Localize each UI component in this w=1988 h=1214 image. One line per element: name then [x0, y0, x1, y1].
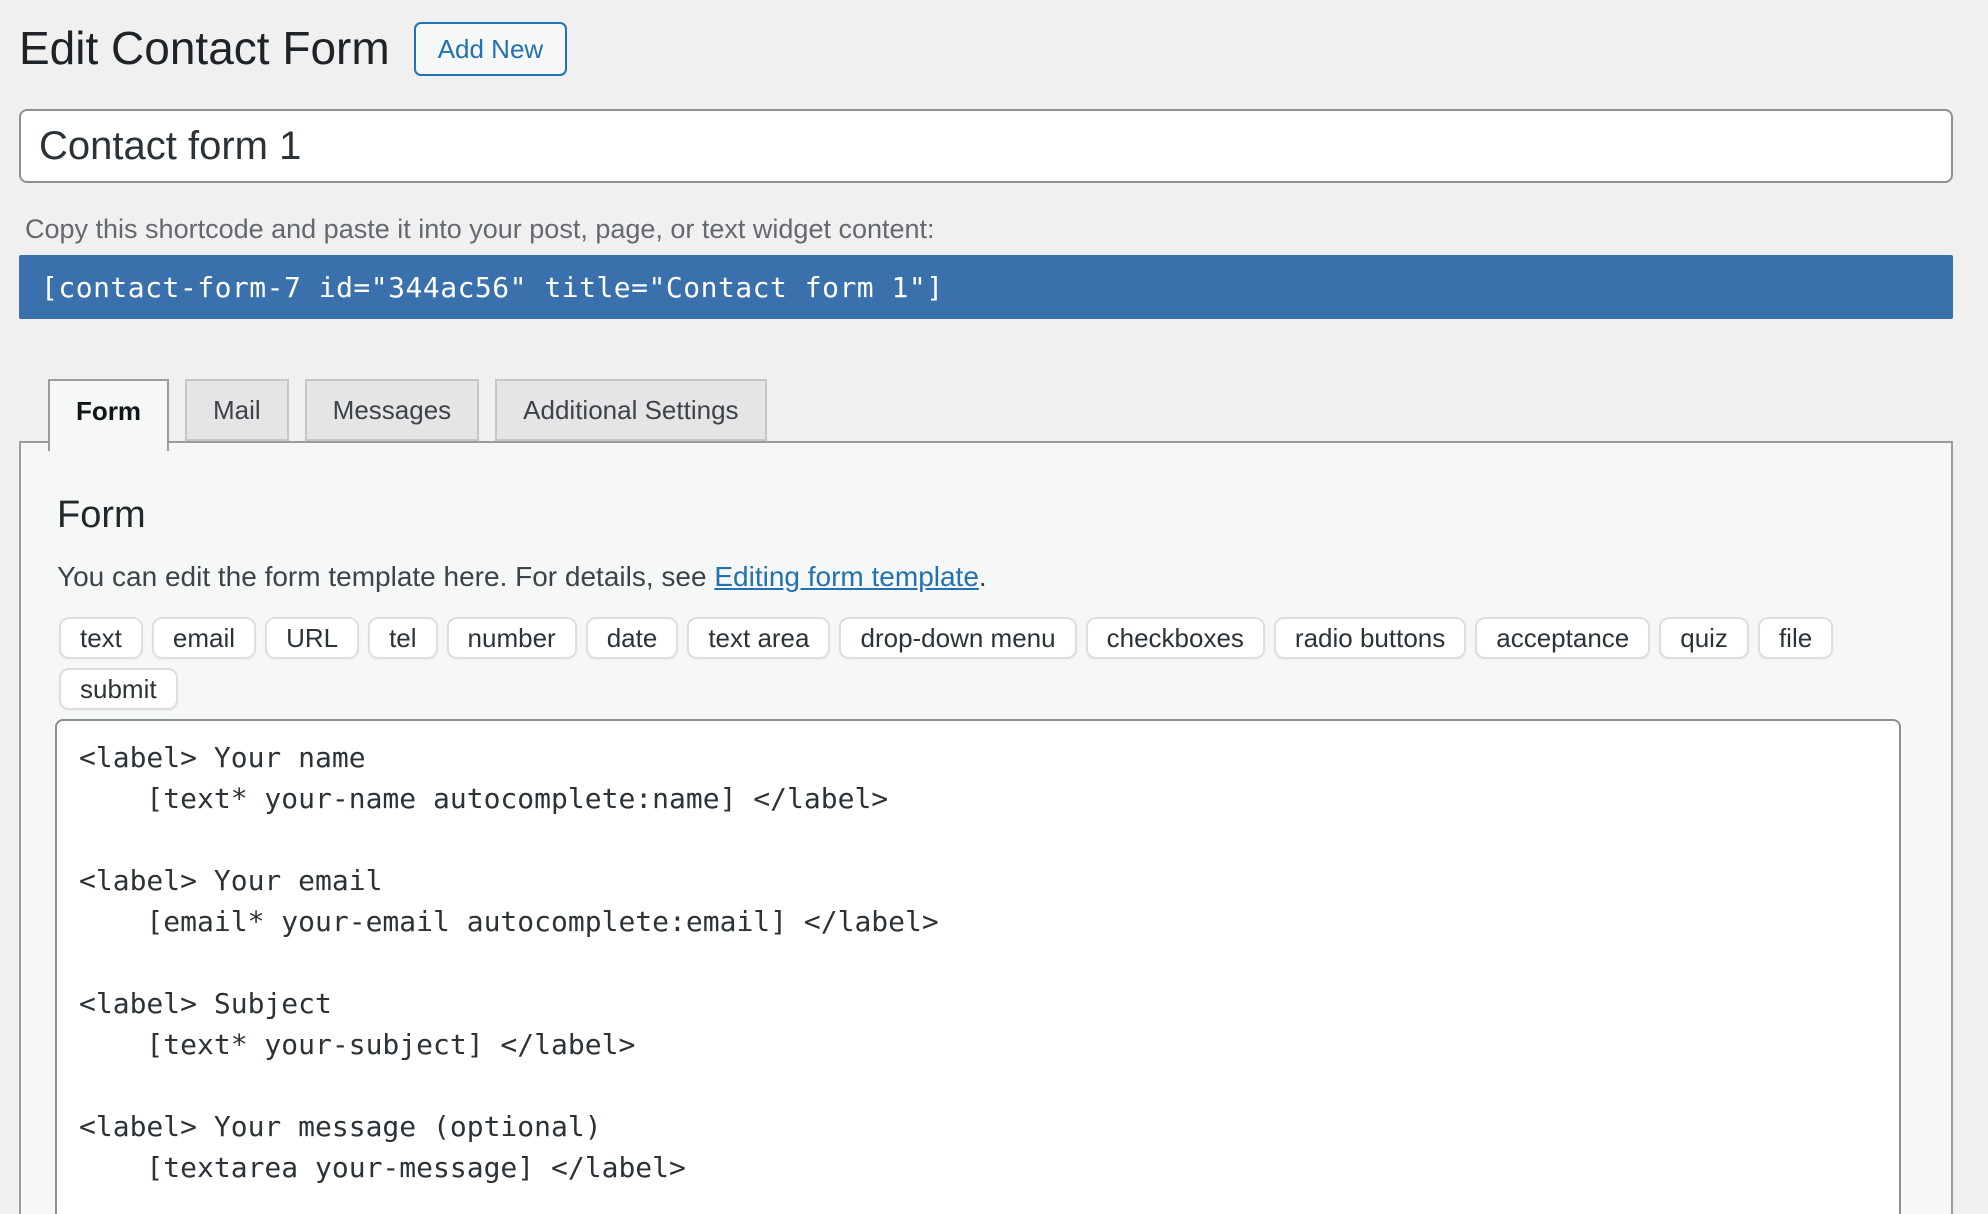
shortcode-box[interactable]: [contact-form-7 id="344ac56" title="Cont…: [19, 255, 1953, 319]
editor-tabs: Form Mail Messages Additional Settings: [48, 379, 1953, 441]
form-template-editor[interactable]: [55, 719, 1901, 1214]
edit-contact-form-page: Edit Contact Form Add New Copy this shor…: [0, 0, 1988, 1214]
tag-button-radio-buttons[interactable]: radio buttons: [1274, 617, 1466, 659]
description-text-before: You can edit the form template here. For…: [57, 561, 714, 592]
description-text-after: .: [979, 561, 987, 592]
tag-button-acceptance[interactable]: acceptance: [1475, 617, 1650, 659]
tag-button-file[interactable]: file: [1758, 617, 1833, 659]
tag-button-email[interactable]: email: [152, 617, 256, 659]
tab-messages[interactable]: Messages: [305, 379, 480, 441]
form-title-input[interactable]: [19, 109, 1953, 183]
tag-button-checkboxes[interactable]: checkboxes: [1086, 617, 1265, 659]
add-new-button[interactable]: Add New: [414, 22, 568, 77]
tag-button-date[interactable]: date: [586, 617, 679, 659]
tag-button-quiz[interactable]: quiz: [1659, 617, 1749, 659]
tag-button-tel[interactable]: tel: [368, 617, 437, 659]
form-panel: Form You can edit the form template here…: [19, 441, 1953, 1214]
editing-form-template-link[interactable]: Editing form template: [714, 561, 979, 592]
tag-button-drop-down-menu[interactable]: drop-down menu: [839, 617, 1076, 659]
tag-button-text[interactable]: text: [59, 617, 143, 659]
tag-button-submit[interactable]: submit: [59, 668, 178, 710]
tag-button-url[interactable]: URL: [265, 617, 359, 659]
tab-additional-settings[interactable]: Additional Settings: [495, 379, 766, 441]
tab-mail[interactable]: Mail: [185, 379, 289, 441]
form-panel-heading: Form: [57, 495, 1901, 537]
page-title: Edit Contact Form: [19, 21, 390, 76]
page-header: Edit Contact Form Add New: [19, 16, 1953, 82]
tag-button-text-area[interactable]: text area: [687, 617, 830, 659]
tag-button-number[interactable]: number: [447, 617, 577, 659]
tag-generator-row: text email URL tel number date text area…: [59, 617, 1901, 710]
shortcode-text: [contact-form-7 id="344ac56" title="Cont…: [41, 271, 944, 304]
tab-form[interactable]: Form: [48, 379, 169, 451]
shortcode-hint: Copy this shortcode and paste it into yo…: [25, 213, 1953, 245]
form-panel-description: You can edit the form template here. For…: [57, 559, 1901, 595]
